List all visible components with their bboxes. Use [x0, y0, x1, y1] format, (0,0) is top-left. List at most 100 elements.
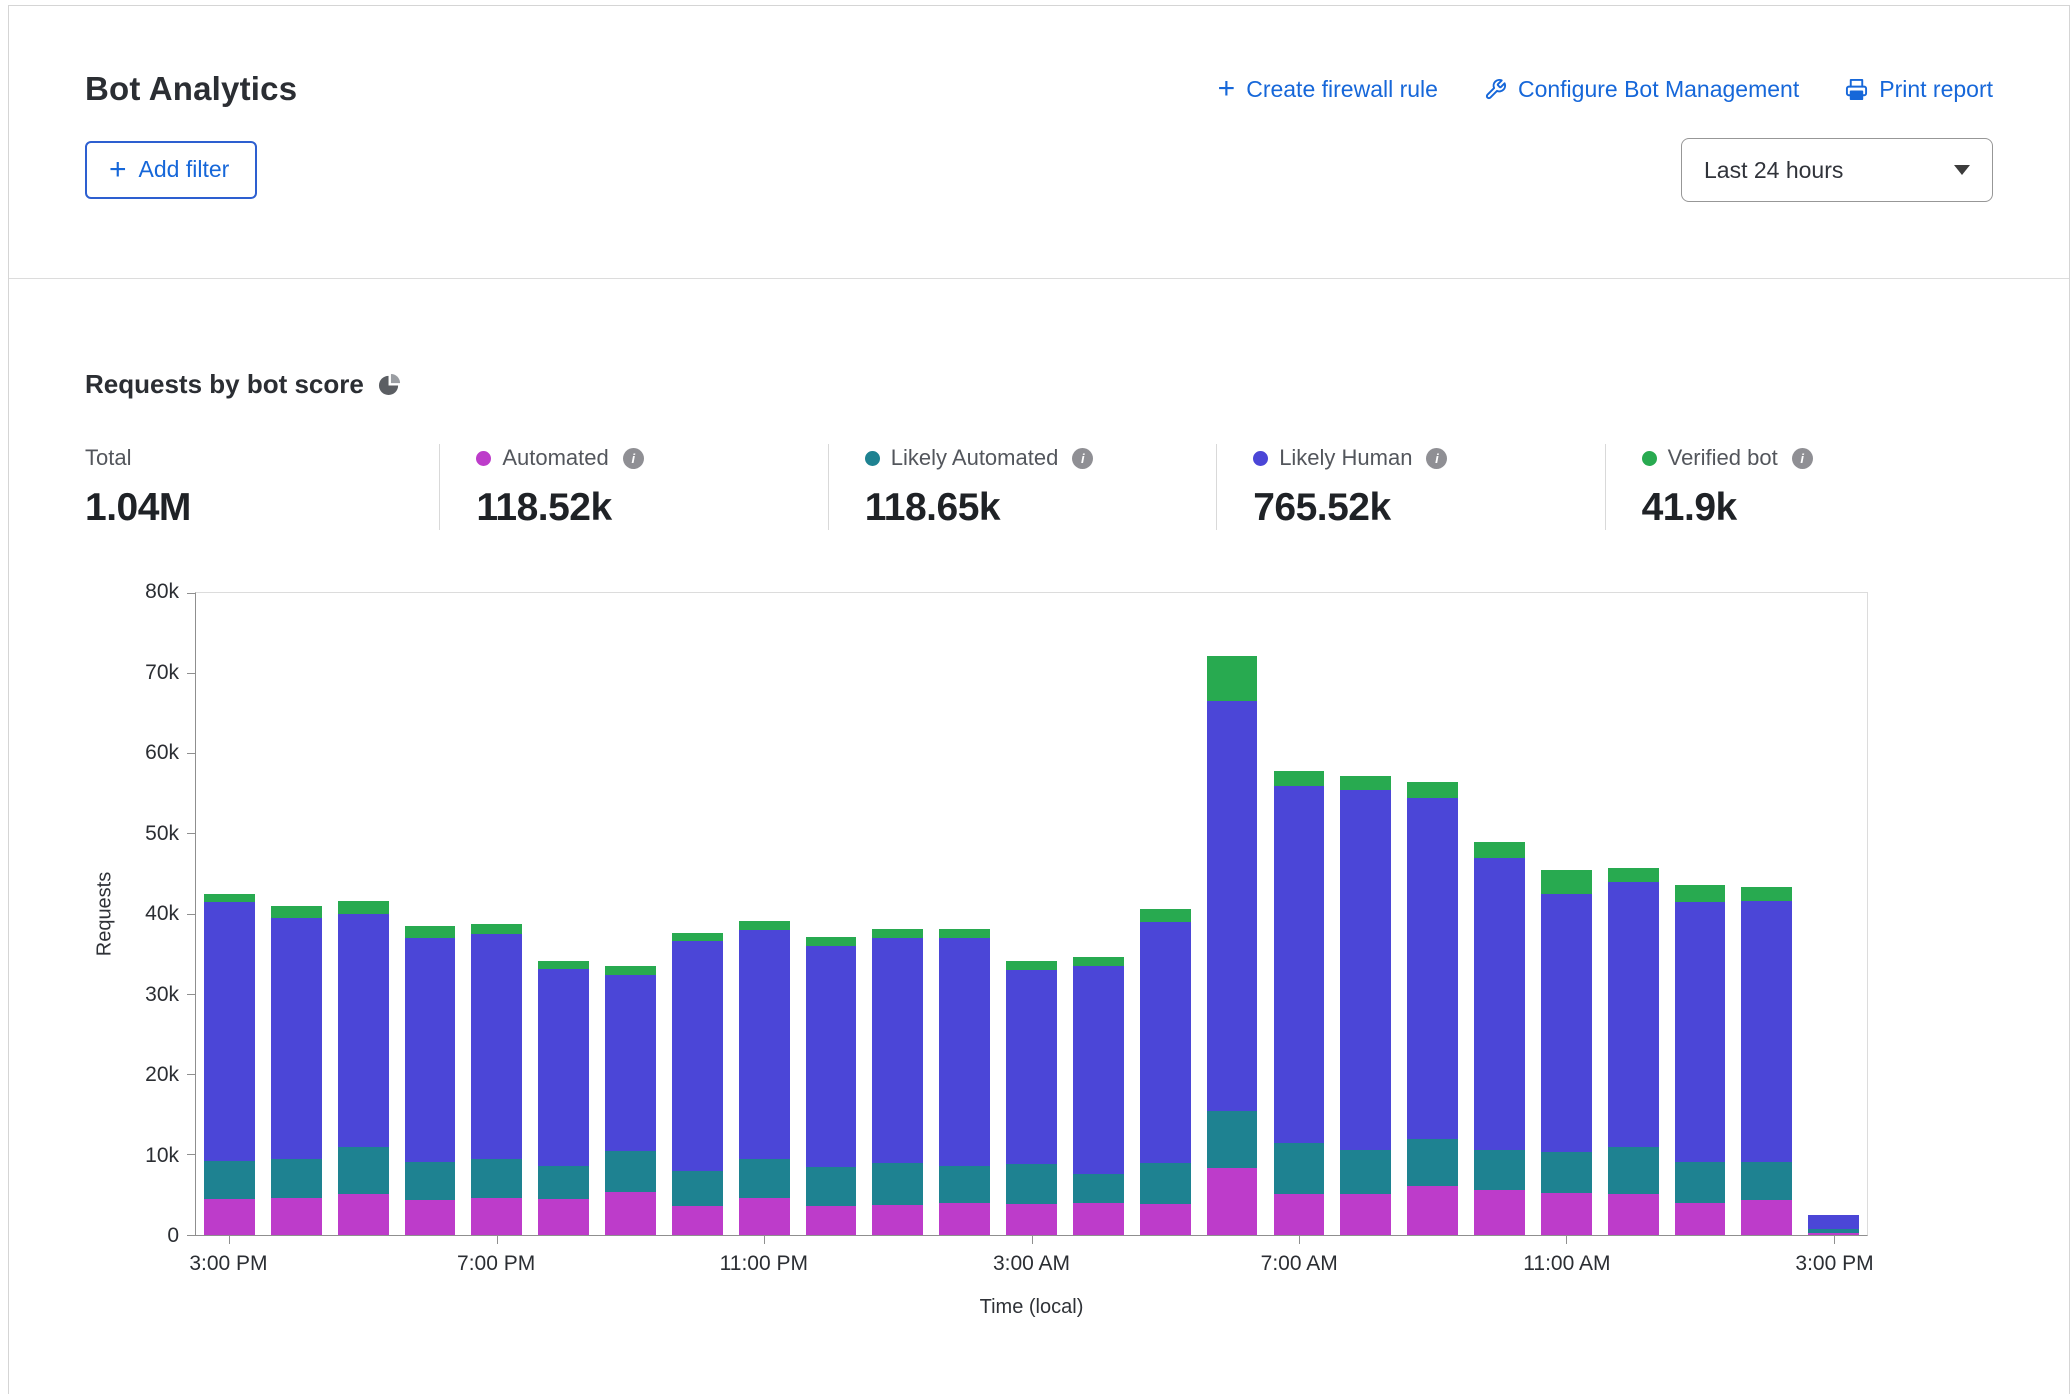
- segment-likely-human: [1207, 701, 1258, 1110]
- segment-verified-bot: [1274, 771, 1325, 785]
- y-tick-mark: [187, 833, 195, 834]
- configure-bot-management-link[interactable]: Configure Bot Management: [1484, 76, 1799, 103]
- segment-likely-automated: [1407, 1139, 1458, 1186]
- bar-0-300pm[interactable]: [196, 593, 263, 1235]
- segment-verified-bot: [739, 921, 790, 930]
- segment-automated: [1073, 1203, 1124, 1235]
- stat-verified-bot-label: Verified bot: [1668, 445, 1778, 471]
- y-tick-label: 40k: [145, 902, 179, 926]
- segment-likely-automated: [1140, 1163, 1191, 1204]
- segment-likely-automated: [672, 1171, 723, 1206]
- bar-17-800am[interactable]: [1332, 593, 1399, 1235]
- bar-13-400am[interactable]: [1065, 593, 1132, 1235]
- segment-likely-human: [1274, 786, 1325, 1143]
- stat-total-value: 1.04M: [85, 486, 439, 530]
- bar-2-500pm[interactable]: [330, 593, 397, 1235]
- segment-likely-human: [1407, 798, 1458, 1139]
- segment-automated: [1808, 1233, 1859, 1235]
- bar-23-200pm[interactable]: [1733, 593, 1800, 1235]
- segment-likely-automated: [1274, 1143, 1325, 1194]
- x-tick-mark: [229, 1236, 230, 1244]
- print-report-link[interactable]: Print report: [1845, 76, 1993, 103]
- segment-likely-automated: [1006, 1164, 1057, 1204]
- segment-automated: [338, 1194, 389, 1235]
- create-firewall-rule-label: Create firewall rule: [1246, 76, 1438, 103]
- segment-likely-automated: [1073, 1174, 1124, 1203]
- segment-verified-bot: [605, 966, 656, 975]
- likely-human-legend-dot: [1253, 451, 1268, 466]
- add-filter-button[interactable]: + Add filter: [85, 141, 257, 199]
- bar-24-300pm[interactable]: [1800, 593, 1867, 1235]
- create-firewall-rule-link[interactable]: + Create firewall rule: [1218, 76, 1438, 103]
- bar-12-300am[interactable]: [998, 593, 1065, 1235]
- segment-automated: [806, 1206, 857, 1235]
- segment-automated: [672, 1206, 723, 1235]
- plus-icon: +: [109, 159, 127, 181]
- info-icon[interactable]: i: [623, 448, 644, 469]
- bar-14-500am[interactable]: [1132, 593, 1199, 1235]
- segment-likely-automated: [939, 1166, 990, 1203]
- y-axis: 010k20k30k40k50k60k70k80k: [85, 592, 195, 1236]
- section-title: Requests by bot score: [85, 369, 364, 400]
- segment-automated: [204, 1199, 255, 1235]
- time-range-value: Last 24 hours: [1704, 157, 1843, 184]
- y-tick-label: 20k: [145, 1063, 179, 1087]
- page-title: Bot Analytics: [85, 70, 297, 108]
- segment-likely-automated: [739, 1159, 790, 1198]
- x-tick-mark: [1566, 1236, 1567, 1244]
- y-tick-mark: [187, 1154, 195, 1155]
- bar-18-900am[interactable]: [1399, 593, 1466, 1235]
- bar-6-900pm[interactable]: [597, 593, 664, 1235]
- segment-verified-bot: [271, 906, 322, 918]
- segment-likely-automated: [1675, 1162, 1726, 1203]
- verified-bot-legend-dot: [1642, 451, 1657, 466]
- bar-1-400pm[interactable]: [263, 593, 330, 1235]
- stat-automated: Automated i 118.52k: [439, 444, 827, 530]
- info-icon[interactable]: i: [1426, 448, 1447, 469]
- segment-likely-human: [271, 918, 322, 1159]
- segment-verified-bot: [1073, 957, 1124, 967]
- stats-row: Total 1.04M Automated i 118.52k Likely A…: [85, 444, 1993, 530]
- info-icon[interactable]: i: [1792, 448, 1813, 469]
- segment-likely-human: [806, 946, 857, 1167]
- segment-automated: [1541, 1193, 1592, 1235]
- x-tick-mark: [1032, 1236, 1033, 1244]
- bar-19-1000am[interactable]: [1466, 593, 1533, 1235]
- bar-21-1200pm[interactable]: [1600, 593, 1667, 1235]
- info-icon[interactable]: i: [1072, 448, 1093, 469]
- x-tick-label: 7:00 PM: [457, 1252, 535, 1276]
- bar-10-100am[interactable]: [864, 593, 931, 1235]
- segment-likely-human: [605, 975, 656, 1151]
- y-tick-label: 60k: [145, 741, 179, 765]
- bar-11-200am[interactable]: [931, 593, 998, 1235]
- stat-likely-human-value: 765.52k: [1253, 486, 1604, 530]
- bar-9-1200am[interactable]: [798, 593, 865, 1235]
- bar-7-1000pm[interactable]: [664, 593, 731, 1235]
- segment-automated: [1407, 1186, 1458, 1235]
- segment-verified-bot: [204, 894, 255, 902]
- segment-likely-automated: [1474, 1150, 1525, 1190]
- bar-15-600am[interactable]: [1199, 593, 1266, 1235]
- segment-likely-human: [338, 914, 389, 1147]
- segment-likely-automated: [1207, 1111, 1258, 1168]
- segment-likely-human: [204, 902, 255, 1161]
- segment-likely-human: [1140, 922, 1191, 1163]
- bar-16-700am[interactable]: [1266, 593, 1333, 1235]
- segment-likely-human: [672, 941, 723, 1171]
- bar-4-700pm[interactable]: [463, 593, 530, 1235]
- segment-verified-bot: [1541, 870, 1592, 894]
- segment-verified-bot: [538, 961, 589, 970]
- bar-5-800pm[interactable]: [530, 593, 597, 1235]
- segment-automated: [1741, 1200, 1792, 1235]
- segment-verified-bot: [338, 901, 389, 914]
- time-range-select[interactable]: Last 24 hours: [1681, 138, 1993, 202]
- segment-verified-bot: [939, 929, 990, 938]
- bar-20-1100am[interactable]: [1533, 593, 1600, 1235]
- configure-bot-management-label: Configure Bot Management: [1518, 76, 1799, 103]
- bar-3-600pm[interactable]: [397, 593, 464, 1235]
- segment-verified-bot: [1474, 842, 1525, 858]
- bar-8-1100pm[interactable]: [731, 593, 798, 1235]
- bar-22-100pm[interactable]: [1667, 593, 1734, 1235]
- segment-likely-automated: [471, 1159, 522, 1198]
- header-actions: + Create firewall rule Configure Bot Man…: [1218, 76, 1993, 103]
